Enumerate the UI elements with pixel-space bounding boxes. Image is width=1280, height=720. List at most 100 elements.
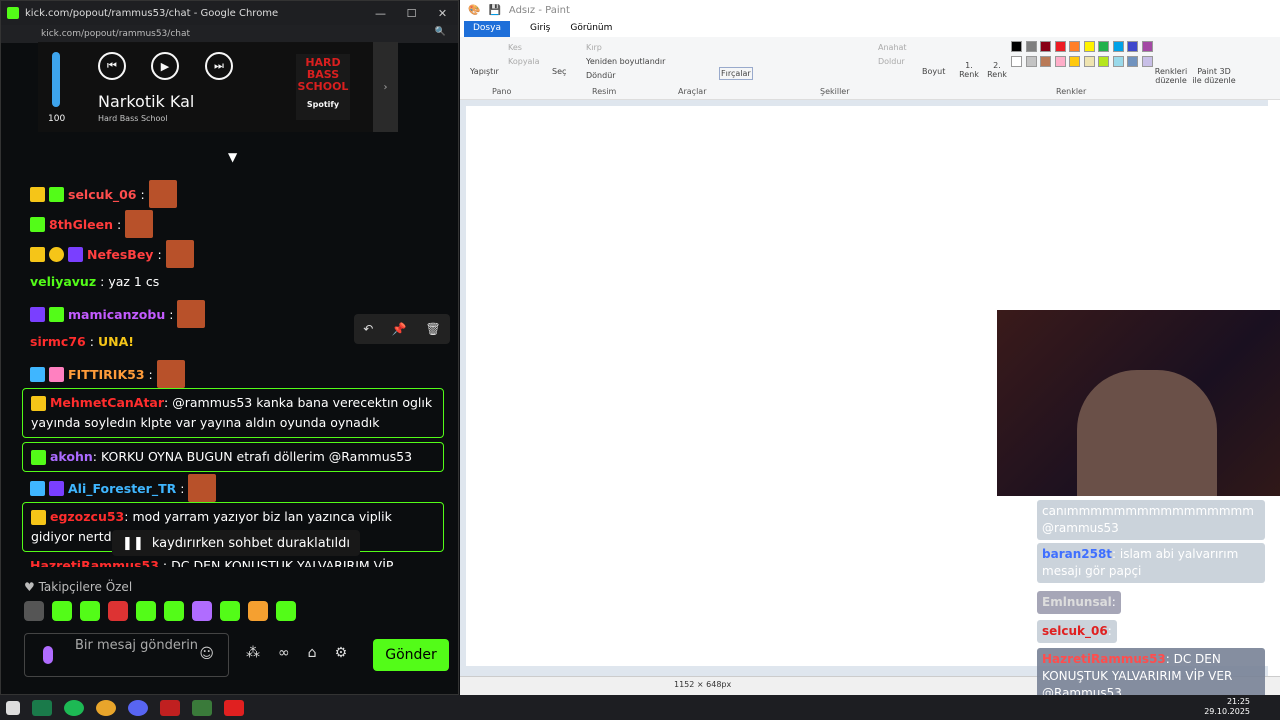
followers-only-label: ♥ Takipçilere Özel: [24, 580, 133, 594]
fill-button[interactable]: Doldur: [878, 57, 905, 66]
send-button[interactable]: Gönder: [373, 639, 449, 671]
next-icon[interactable]: ⏭: [205, 52, 233, 80]
webcam-overlay: [997, 310, 1280, 496]
chat-tools: ⁂ ∞ ⌂ ⚙: [246, 645, 347, 661]
group-shapes: Şekiller: [820, 87, 850, 96]
color-swatch[interactable]: [1054, 56, 1066, 67]
crop-button[interactable]: Kırp: [586, 43, 602, 52]
color-swatch[interactable]: [1040, 41, 1051, 52]
chrome-titlebar: kick.com/popout/rammus53/chat - Google C…: [1, 1, 458, 25]
app-icon[interactable]: [32, 699, 52, 716]
color-swatch[interactable]: [1011, 56, 1022, 67]
maximize-button[interactable]: ☐: [396, 7, 427, 20]
color-swatch[interactable]: [1141, 56, 1153, 67]
previous-icon[interactable]: ⏮: [98, 52, 126, 80]
color1-button[interactable]: 1. Renk: [956, 61, 982, 79]
mic-icon[interactable]: [43, 646, 53, 664]
emote-button[interactable]: [24, 601, 44, 621]
reply-icon[interactable]: ↶: [363, 322, 373, 336]
emote-button[interactable]: [52, 601, 72, 621]
color-swatch[interactable]: [1040, 56, 1051, 67]
spotify-icon[interactable]: [64, 699, 84, 716]
select-button[interactable]: Seç: [552, 67, 566, 76]
tab-file[interactable]: Dosya: [464, 21, 510, 37]
rotate-button[interactable]: Döndür: [586, 71, 616, 80]
zoom-icon[interactable]: 🔍: [435, 27, 446, 37]
chat-paused-banner[interactable]: ❚❚ kaydırırken sohbet duraklatıldı: [112, 530, 360, 556]
emoji-icon[interactable]: ☺: [199, 646, 214, 662]
chat-message: selcuk_06:: [30, 180, 177, 208]
chrome-icon[interactable]: [96, 699, 116, 716]
paint-tabs: Dosya Giriş Görünüm: [460, 21, 1280, 37]
infinity-icon[interactable]: ∞: [278, 645, 290, 661]
delete-icon[interactable]: 🗑: [425, 322, 440, 336]
chat-input[interactable]: Bir mesaj gönderin ☺: [24, 633, 229, 677]
paint-title: Adsız - Paint: [508, 5, 570, 16]
copy-button[interactable]: Kopyala: [508, 57, 540, 66]
discord-icon[interactable]: [128, 699, 148, 716]
emote-button[interactable]: [108, 601, 128, 621]
emote-button[interactable]: [164, 601, 184, 621]
color-swatch[interactable]: [1069, 56, 1080, 67]
emote-button[interactable]: [80, 601, 100, 621]
chat-message-highlighted: MehmetCanAtar: @rammus53 kanka bana vere…: [22, 388, 444, 438]
chat-list: selcuk_06: 8thGleen: NefesBey: veliyavuz…: [16, 162, 448, 567]
color-swatch[interactable]: [1069, 41, 1080, 52]
emote-button[interactable]: [220, 601, 240, 621]
clock[interactable]: 21:25 29.10.2025: [1204, 697, 1250, 717]
paused-text: kaydırırken sohbet duraklatıldı: [151, 535, 350, 551]
paste-button[interactable]: Yapıştır: [470, 67, 499, 76]
save-icon[interactable]: 💾: [488, 5, 500, 16]
color-swatch[interactable]: [1025, 41, 1037, 52]
gear-icon[interactable]: ⚙: [335, 645, 348, 661]
chevron-right-icon[interactable]: ›: [373, 42, 398, 132]
emote-button[interactable]: [248, 601, 268, 621]
streamer: [1077, 370, 1217, 496]
emote-button[interactable]: [192, 601, 212, 621]
color-swatch[interactable]: [1141, 41, 1153, 52]
spotify-widget: 100 ⏮ ▶ ⏭ Narkotik Kal Hard Bass School …: [38, 42, 398, 132]
edit-colors-button[interactable]: Renkleri düzenle: [1154, 67, 1188, 85]
voicemeeter-icon[interactable]: [160, 699, 180, 716]
color-swatch[interactable]: [1083, 41, 1095, 52]
color-swatch[interactable]: [1083, 56, 1095, 67]
users-icon[interactable]: ⁂: [246, 645, 260, 661]
resize-button[interactable]: Yeniden boyutlandır: [586, 57, 665, 66]
minimize-button[interactable]: —: [365, 7, 396, 20]
pin-icon[interactable]: 📌: [392, 322, 407, 336]
windows-start-icon[interactable]: [6, 700, 20, 715]
tab-view[interactable]: Görünüm: [570, 21, 612, 37]
color-swatch[interactable]: [1127, 56, 1138, 67]
album-cover: HARD BASS SCHOOL Spotify: [296, 54, 350, 120]
outline-button[interactable]: Anahat: [878, 43, 907, 52]
store-icon[interactable]: ⌂: [308, 645, 317, 661]
color-swatch[interactable]: [1112, 56, 1124, 67]
play-icon[interactable]: ▶: [151, 52, 179, 80]
youtube-icon[interactable]: [224, 699, 244, 716]
color-swatch[interactable]: [1025, 56, 1037, 67]
paint3d-button[interactable]: Paint 3D ile düzenle: [1192, 67, 1236, 85]
artist-name: Hard Bass School: [98, 114, 168, 123]
cut-button[interactable]: Kes: [508, 43, 522, 52]
color-swatch[interactable]: [1112, 41, 1124, 52]
paint-ribbon: Yapıştır Kes Kopyala Seç Kırp Yeniden bo…: [460, 37, 1280, 100]
color-swatch[interactable]: [1127, 41, 1138, 52]
color-swatch[interactable]: [1098, 41, 1109, 52]
color-swatch[interactable]: [1054, 41, 1066, 52]
close-button[interactable]: ✕: [427, 7, 458, 20]
brushes-button[interactable]: Fırçalar: [719, 67, 753, 80]
address-bar[interactable]: kick.com/popout/rammus53/chat 🔍: [1, 25, 458, 43]
size-button[interactable]: Boyut: [922, 67, 945, 76]
group-tools: Araçlar: [678, 87, 707, 96]
color-swatch[interactable]: [1011, 41, 1022, 52]
kick-icon: [7, 7, 19, 19]
volume-bar[interactable]: [52, 52, 60, 107]
chat-message: mamicanzobu:: [30, 300, 206, 328]
color-swatch[interactable]: [1098, 56, 1109, 67]
app-icon[interactable]: [192, 699, 212, 716]
emote-button[interactable]: [136, 601, 156, 621]
emote-button[interactable]: [276, 601, 296, 621]
color2-button[interactable]: 2. Renk: [984, 61, 1010, 79]
tab-home[interactable]: Giriş: [530, 21, 550, 37]
chat-message: FITTIRIK53:: [30, 360, 185, 388]
